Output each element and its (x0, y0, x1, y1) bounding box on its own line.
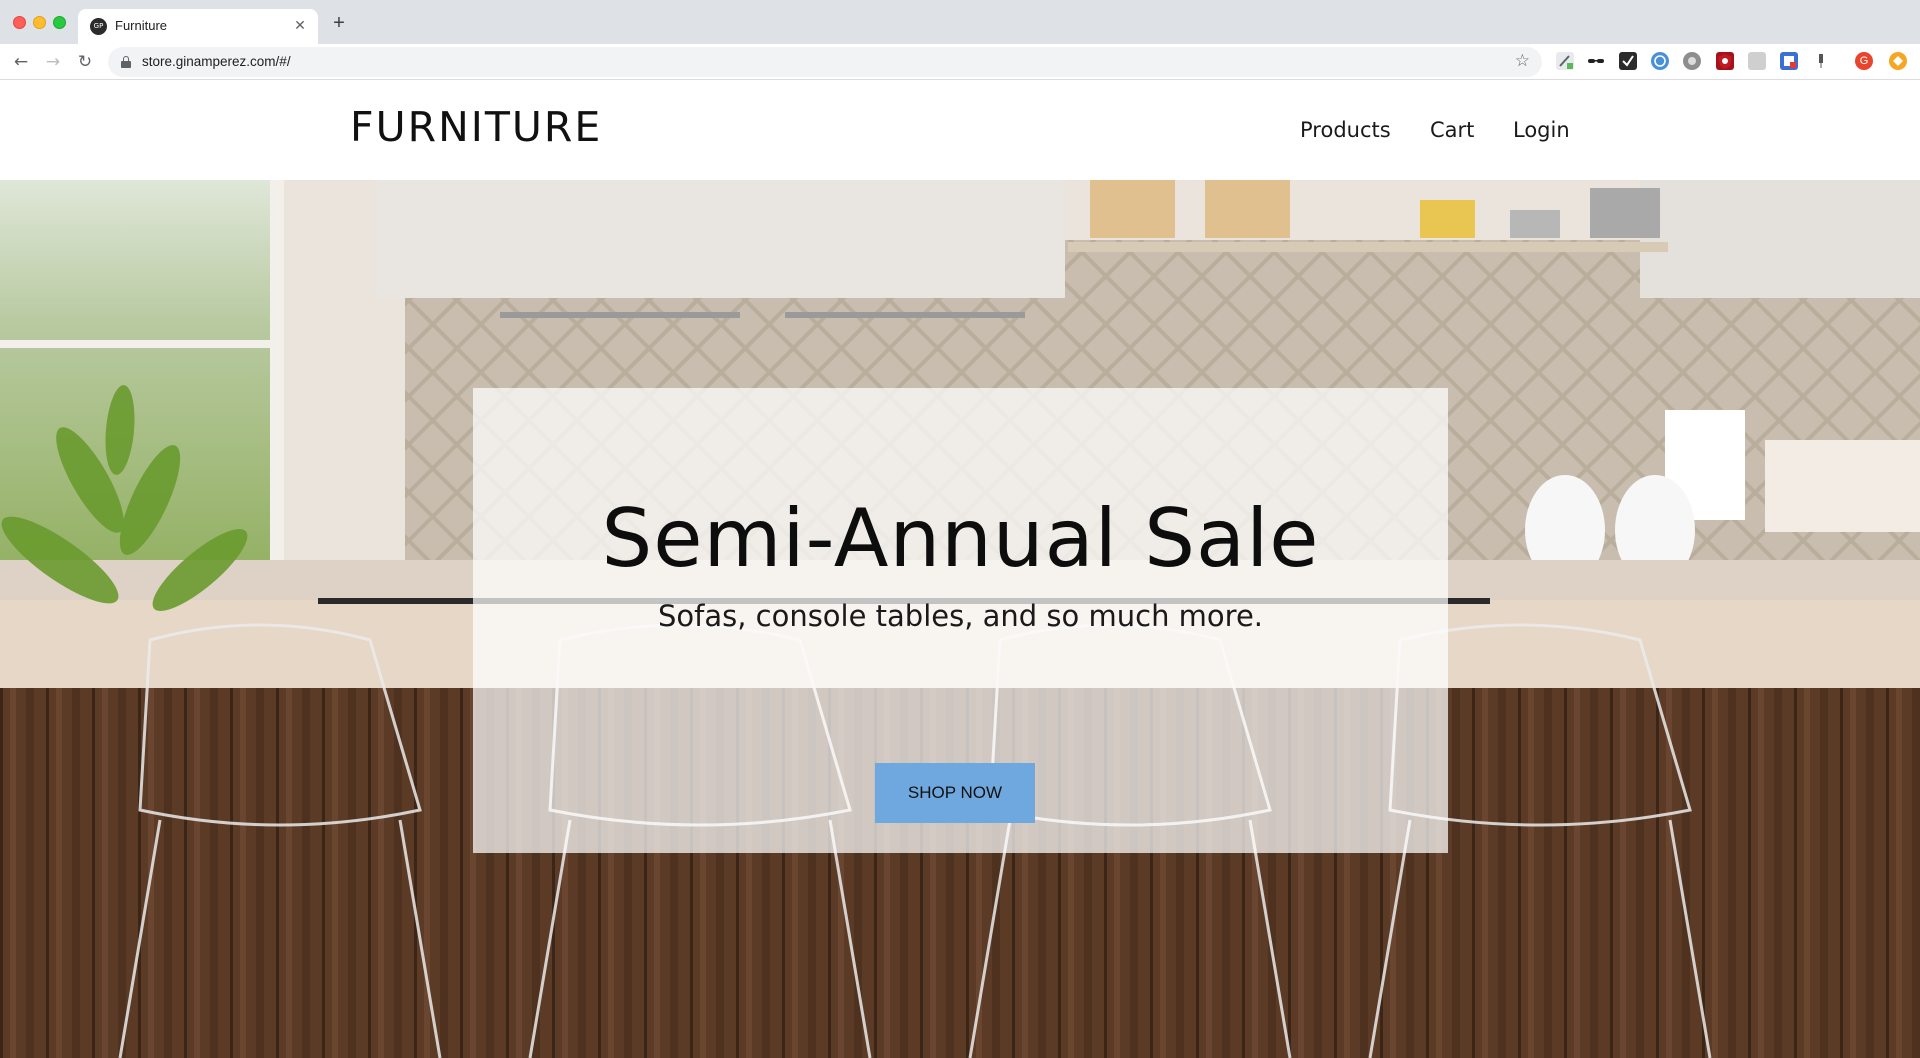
site-header: FURNITURE Products Cart Login (0, 81, 1920, 180)
nav-cart[interactable]: Cart (1430, 118, 1474, 142)
lock-icon (121, 56, 131, 68)
tab-title: Furniture (115, 18, 168, 33)
ublock-extension-icon[interactable] (1716, 52, 1734, 70)
glasses-extension-icon[interactable] (1587, 52, 1605, 70)
arrow-left-icon[interactable]: ← (9, 50, 33, 74)
eyedropper-extension-icon[interactable] (1556, 52, 1574, 70)
tab-furniture[interactable]: GP Furniture ✕ (78, 9, 318, 44)
hero-overlay-panel: Semi-Annual Sale Sofas, console tables, … (473, 388, 1448, 853)
minimize-window-button[interactable] (33, 16, 46, 29)
favicon-icon: GP (90, 18, 107, 35)
plus-icon[interactable]: + (328, 13, 350, 35)
maximize-window-button[interactable] (53, 16, 66, 29)
hero-subtitle: Sofas, console tables, and so much more. (657, 599, 1264, 633)
shop-now-button[interactable]: SHOP NOW (875, 763, 1035, 823)
close-window-button[interactable] (13, 16, 26, 29)
info-extension-icon[interactable] (1651, 52, 1669, 70)
blue-extension-icon[interactable] (1780, 52, 1798, 70)
close-icon[interactable]: ✕ (291, 16, 309, 34)
url-text[interactable]: store.ginamperez.com/#/ (142, 54, 291, 69)
nav-login[interactable]: Login (1513, 118, 1570, 142)
site-logo[interactable]: FURNITURE (350, 103, 602, 151)
star-icon[interactable]: ☆ (1515, 51, 1530, 71)
notification-extension-icon[interactable] (1889, 52, 1907, 70)
checkbox-extension-icon[interactable] (1619, 52, 1637, 70)
address-bar[interactable]: store.ginamperez.com/#/ ☆ (108, 47, 1542, 77)
pin-extension-icon[interactable] (1812, 52, 1830, 70)
profile-avatar[interactable]: G (1855, 52, 1873, 70)
hero-section: Semi-Annual Sale Sofas, console tables, … (0, 180, 1920, 1058)
reload-icon[interactable]: ↻ (73, 50, 97, 74)
browser-tabstrip: GP Furniture ✕ + (0, 0, 1920, 44)
hero-title: Semi-Annual Sale (601, 492, 1320, 585)
circle-extension-icon[interactable] (1683, 52, 1701, 70)
nav-products[interactable]: Products (1300, 118, 1391, 142)
arrow-right-icon[interactable]: → (41, 50, 65, 74)
grey-extension-icon[interactable] (1748, 52, 1766, 70)
